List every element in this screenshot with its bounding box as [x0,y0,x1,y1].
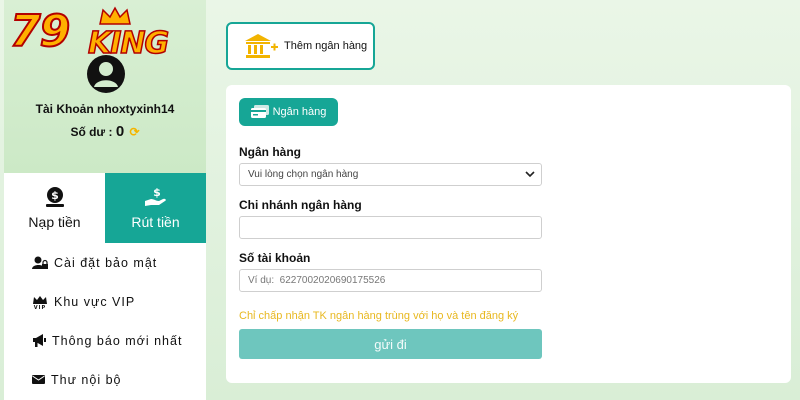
tab-withdraw[interactable]: $ Rút tiền [105,173,206,243]
profile-panel: 79 KING Tài Khoản nhoxtyxinh14 Số dư : 0… [4,0,206,173]
name-match-note: Chỉ chấp nhận TK ngân hàng trùng với họ … [239,310,519,322]
menu-item-inbox[interactable]: Thư nội bộ [4,360,206,399]
account-number-input[interactable] [248,270,541,291]
money-bag-icon: $ [45,187,64,207]
bank-type-chip[interactable]: Ngân hàng [239,98,338,126]
logo-number: 79 [9,5,71,58]
tab-withdraw-label: Rút tiền [131,214,180,230]
branch-field [239,216,542,239]
avatar-icon [87,55,125,93]
bank-plus-icon [245,34,278,58]
vip-crown-icon: VIP [33,295,47,309]
menu-item-vip[interactable]: VIP Khu vực VIP [4,282,206,321]
bank-form-card: Ngân hàng Ngân hàng Vui lòng chọn ngân h… [226,85,791,383]
menu-item-label: Thông báo mới nhất [52,333,183,348]
bank-select-label: Ngân hàng [239,145,301,159]
submit-button[interactable]: gửi đi [239,329,542,359]
tab-deposit[interactable]: $ Nạp tiền [4,173,105,243]
menu-item-security[interactable]: Cài đặt bảo mật [4,243,206,282]
menu-item-label: Cài đặt bảo mật [54,255,158,270]
chevron-down-icon [525,171,535,178]
sidebar-menu: Cài đặt bảo mật VIP Khu vực VIP Thông bá… [4,243,206,399]
menu-item-label: Thư nội bộ [51,372,122,387]
add-bank-button[interactable]: Thêm ngân hàng [226,22,375,70]
bank-card-icon [250,105,269,118]
balance-display: Số dư : 0 ⟳ [4,123,206,140]
svg-text:VIP: VIP [34,305,46,309]
bank-chip-label: Ngân hàng [272,106,327,118]
sidebar: 79 KING Tài Khoản nhoxtyxinh14 Số dư : 0… [4,0,206,400]
account-number-field [239,269,542,292]
wallet-tabs: $ Nạp tiền $ Rút tiền [4,173,206,243]
add-bank-label: Thêm ngân hàng [284,40,368,52]
balance-value: 0 [115,123,125,140]
branch-label: Chi nhánh ngân hàng [239,198,362,212]
svg-text:$: $ [153,186,161,199]
menu-item-announcements[interactable]: Thông báo mới nhất [4,321,206,360]
bank-select-value: Vui lòng chọn ngân hàng [248,169,359,180]
refresh-icon[interactable]: ⟳ [130,125,140,139]
envelope-icon [32,375,45,384]
balance-label: Số dư : [70,125,113,139]
svg-text:$: $ [51,189,59,202]
crown-icon [99,6,131,25]
user-lock-icon [32,256,48,269]
account-name: Tài Khoản nhoxtyxinh14 [35,102,175,116]
hand-dollar-icon: $ [144,186,166,206]
account-number-label: Số tài khoản [239,251,311,265]
branch-input[interactable] [248,217,541,238]
megaphone-icon [33,334,46,347]
tab-deposit-label: Nạp tiền [28,214,81,230]
menu-item-label: Khu vực VIP [54,294,136,309]
bank-select[interactable]: Vui lòng chọn ngân hàng [239,163,542,186]
